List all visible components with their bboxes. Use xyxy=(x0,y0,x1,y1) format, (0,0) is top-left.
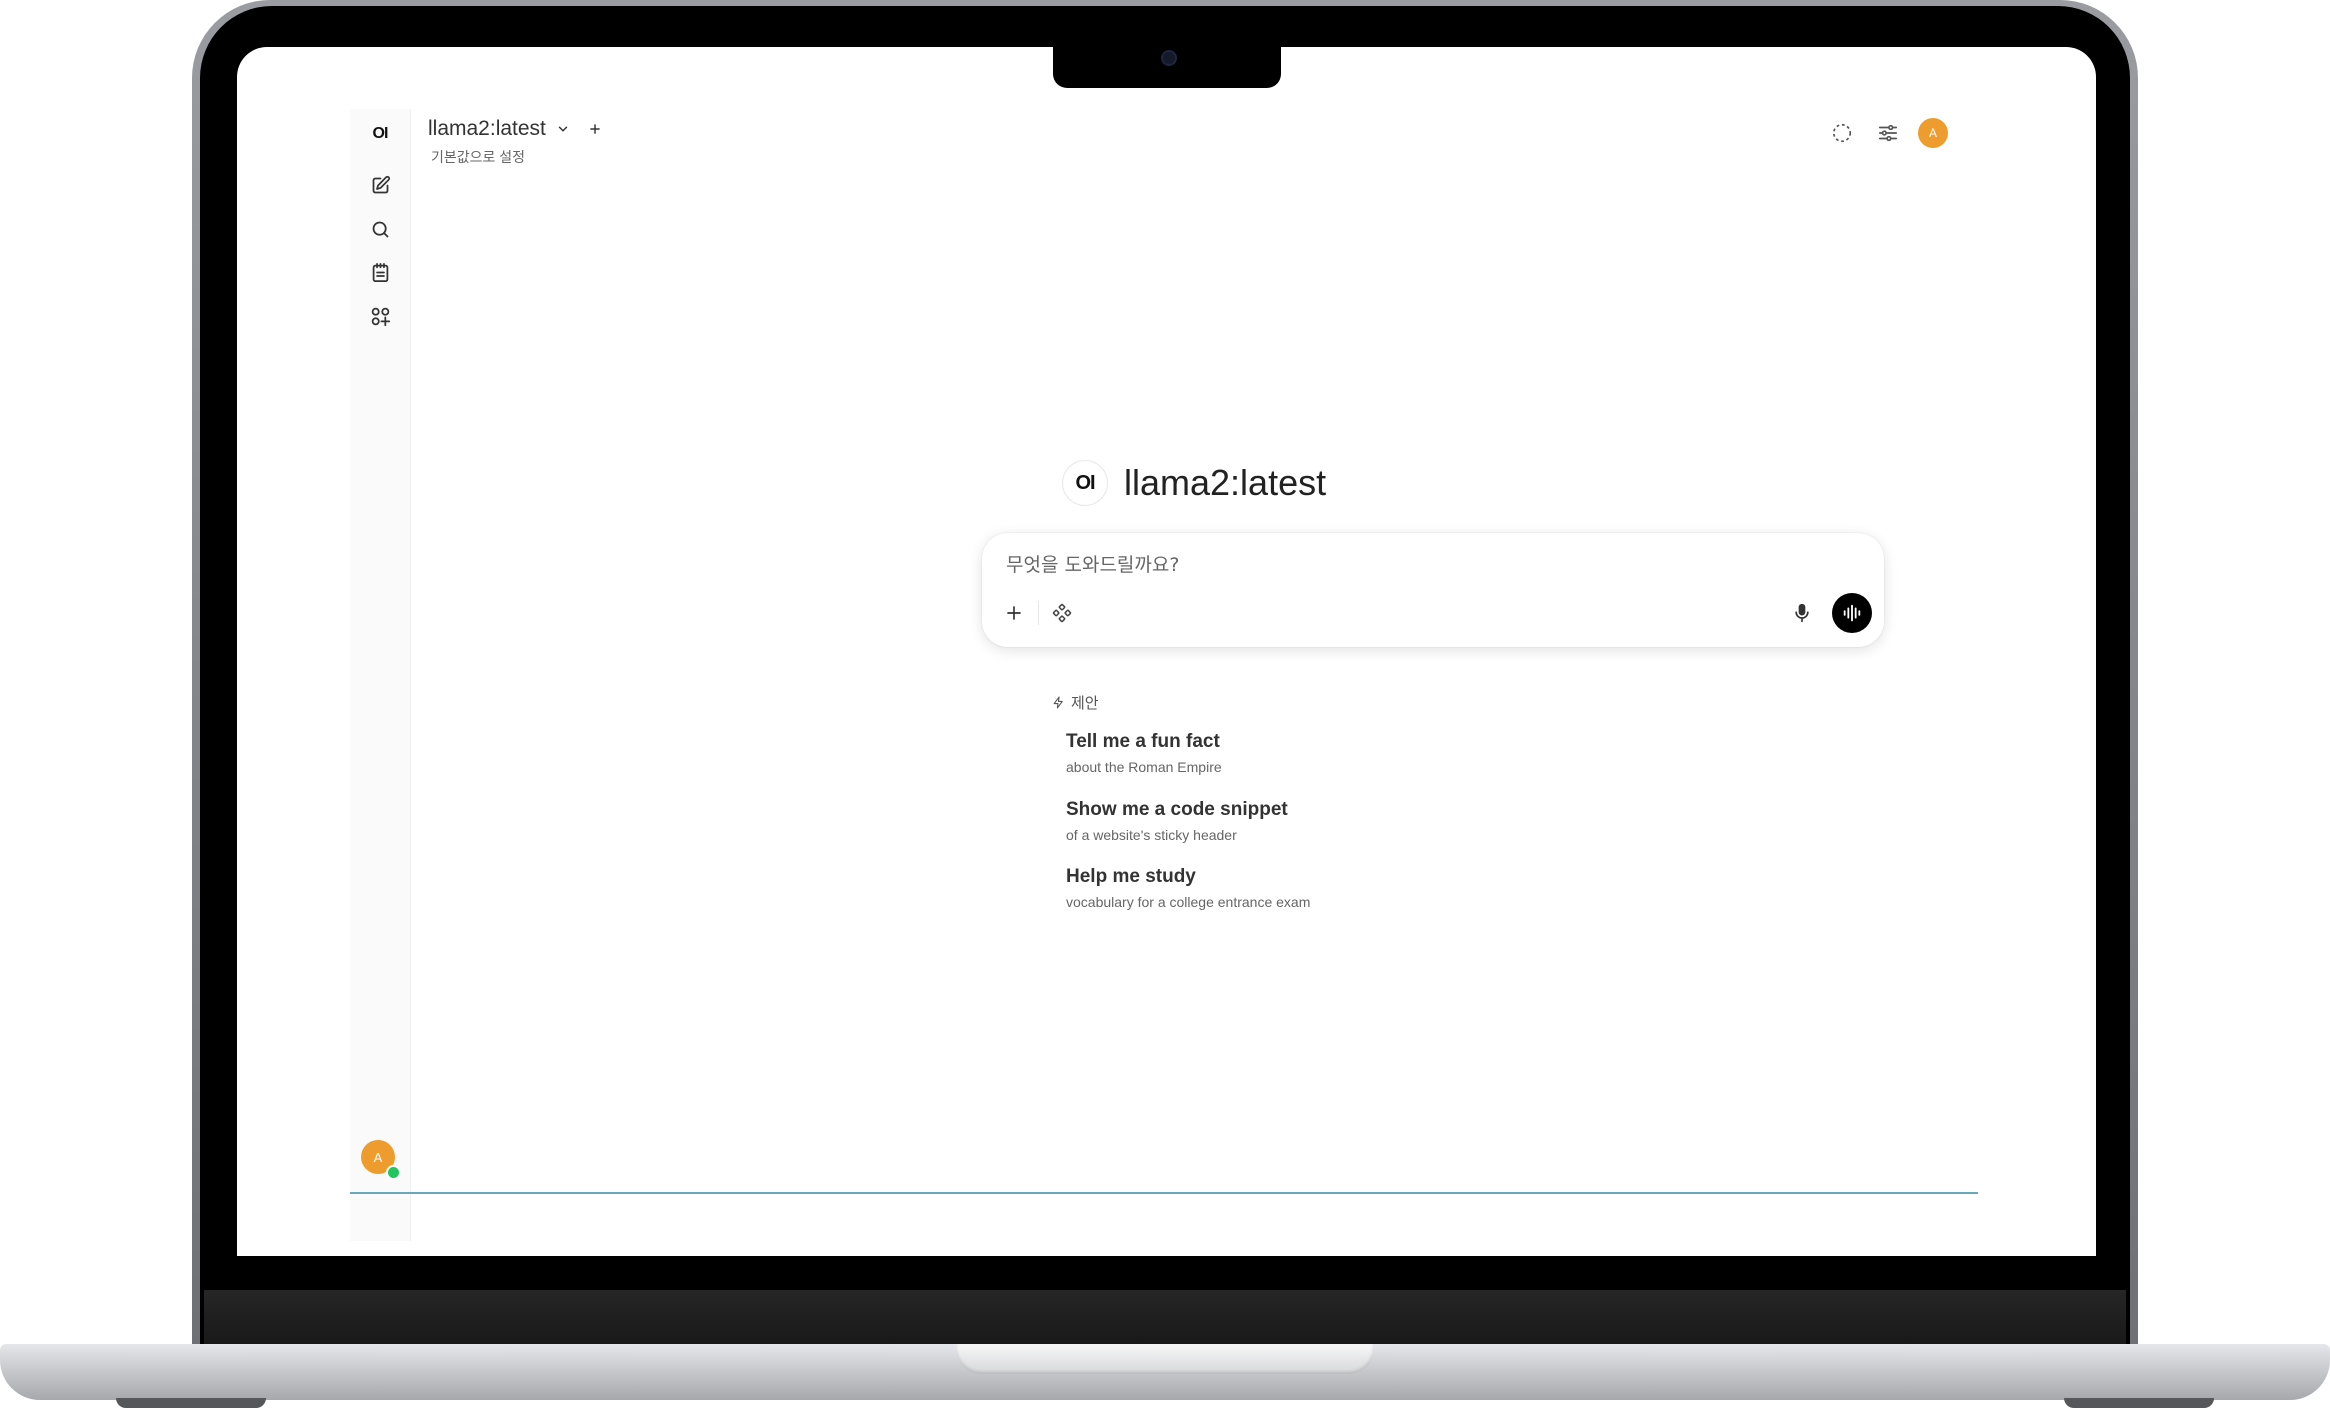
sidebar: OI A xyxy=(350,109,411,1241)
toolbar-divider xyxy=(1038,601,1039,625)
plus-icon xyxy=(1007,606,1021,620)
sliders-icon xyxy=(1878,124,1898,142)
loading-circle-icon xyxy=(1832,123,1852,143)
voice-wave-icon xyxy=(1843,604,1861,622)
search-button[interactable] xyxy=(365,214,395,244)
camera xyxy=(1161,50,1177,66)
model-selector[interactable]: llama2:latest xyxy=(428,117,602,141)
suggestions-header: 제안 xyxy=(1052,692,1099,713)
sidebar-logo[interactable]: OI xyxy=(365,119,395,149)
notes-icon xyxy=(372,262,388,282)
suggestion-subtitle: of a website's sticky header xyxy=(1066,827,1237,843)
attach-button[interactable] xyxy=(1000,599,1028,627)
suggestion-subtitle: vocabulary for a college entrance exam xyxy=(1066,894,1311,910)
suggestions-heading: 제안 xyxy=(1071,694,1099,712)
dictate-button[interactable] xyxy=(1788,599,1816,627)
online-status-dot xyxy=(386,1165,401,1180)
tools-icon xyxy=(1052,603,1072,623)
controls-button[interactable] xyxy=(1872,117,1904,149)
workspace-icon xyxy=(371,307,390,326)
workspace-button[interactable] xyxy=(365,301,395,331)
suggestion-item[interactable]: Show me a code snippet of a website's st… xyxy=(1066,799,1288,843)
new-chat-button[interactable] xyxy=(365,170,395,200)
model-hero: OI llama2:latest xyxy=(1062,460,1326,506)
hero-model-name: llama2:latest xyxy=(1124,462,1327,503)
tools-button[interactable] xyxy=(1048,599,1076,627)
camera-notch xyxy=(1053,46,1281,88)
model-name: llama2:latest xyxy=(428,117,546,140)
chat-input[interactable] xyxy=(1004,553,1828,577)
laptop-groove xyxy=(956,1344,1374,1374)
chevron-down-icon[interactable] xyxy=(556,122,570,136)
set-default-link[interactable]: 기본값으로 설정 xyxy=(431,147,525,167)
temporary-chat-button[interactable] xyxy=(1826,117,1858,149)
suggestion-item[interactable]: Help me study vocabulary for a college e… xyxy=(1066,866,1310,910)
suggestion-title: Help me study xyxy=(1066,866,1196,887)
suggestion-subtitle: about the Roman Empire xyxy=(1066,759,1222,775)
bottom-accent-line xyxy=(350,1192,1978,1194)
screen: OI A llama2:latest 기본값으로 설정 A OI llama2:… xyxy=(237,47,2096,1256)
new-chat-icon xyxy=(372,175,390,193)
suggestion-item[interactable]: Tell me a fun fact about the Roman Empir… xyxy=(1066,731,1222,775)
chat-input-box xyxy=(982,533,1884,647)
mic-icon xyxy=(1795,603,1809,623)
app-window: OI A llama2:latest 기본값으로 설정 A OI llama2:… xyxy=(350,109,1978,1241)
voice-mode-button[interactable] xyxy=(1832,593,1872,633)
suggestion-title: Tell me a fun fact xyxy=(1066,731,1220,752)
search-icon xyxy=(372,221,388,237)
notes-button[interactable] xyxy=(365,257,395,287)
hero-logo: OI xyxy=(1062,460,1108,506)
add-model-icon[interactable] xyxy=(588,122,602,136)
laptop-foot-right xyxy=(2064,1398,2214,1408)
top-user-avatar[interactable]: A xyxy=(1918,118,1948,148)
suggestion-title: Show me a code snippet xyxy=(1066,799,1288,820)
sparkle-icon xyxy=(1053,696,1063,709)
top-right-controls: A xyxy=(1826,117,1948,149)
laptop-foot-left xyxy=(116,1398,266,1408)
logo-text: OI xyxy=(372,125,389,142)
